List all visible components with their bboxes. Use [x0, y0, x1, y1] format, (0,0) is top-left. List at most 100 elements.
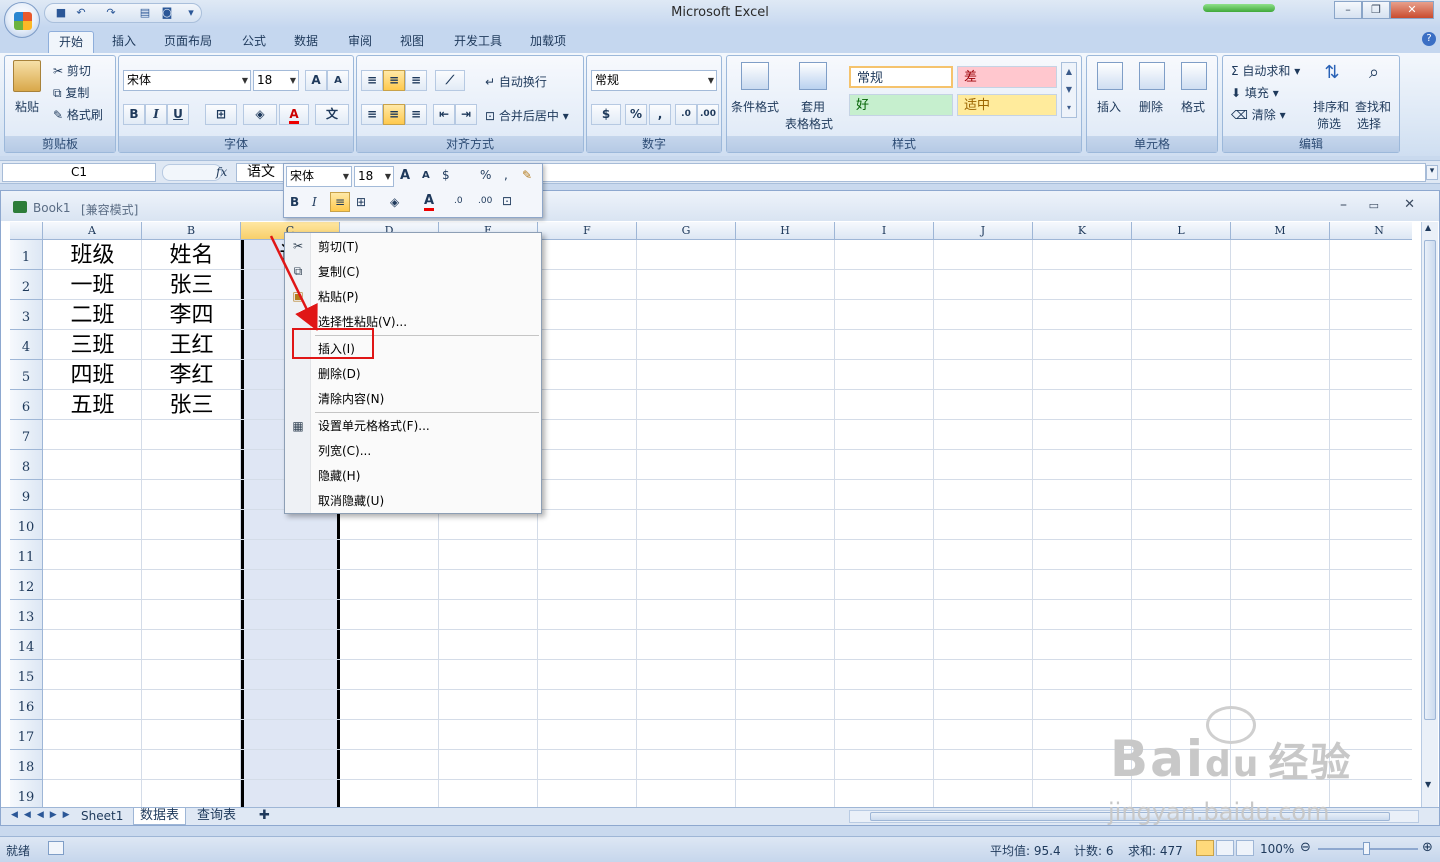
tab-data[interactable]: 数据 [284, 31, 328, 53]
column-header-h[interactable]: H [736, 222, 835, 240]
column-header-l[interactable]: L [1132, 222, 1231, 240]
row-header-7[interactable]: 7 [10, 420, 43, 450]
close-button[interactable]: ✕ [1390, 1, 1434, 19]
font-size-select[interactable]: 18 ▼ [253, 70, 299, 91]
spreadsheet-grid[interactable]: A B C D E F G H I J K L M N 1 2 3 4 5 6 7 8 9 10 11 12 13 14 15 16 17 1… [10, 222, 1412, 807]
column-header-i[interactable]: I [835, 222, 934, 240]
row-header-8[interactable]: 8 [10, 450, 43, 480]
cell-a1[interactable]: 班级 [43, 241, 142, 271]
tab-view[interactable]: 视图 [390, 31, 434, 53]
mini-font-select[interactable]: 宋体 ▼ [286, 166, 352, 187]
font-color-button[interactable]: A [279, 104, 309, 125]
borders-button[interactable]: ⊞ [205, 104, 237, 125]
decrease-decimal-button[interactable]: .00 [697, 104, 719, 125]
wb-restore-button[interactable]: ▭ [1369, 199, 1379, 212]
shrink-font-button[interactable]: A [327, 70, 349, 91]
expand-formula-icon[interactable]: ▾ [1426, 165, 1438, 180]
align-bottom-button[interactable]: ≡ [405, 70, 427, 91]
accounting-format-button[interactable]: $ [591, 104, 621, 125]
style-normal[interactable]: 常规 [849, 66, 953, 88]
menu-item-cut[interactable]: 剪切(T) [318, 236, 359, 258]
mini-inc-decimal-icon[interactable]: .0 [454, 196, 463, 206]
row-header-6[interactable]: 6 [10, 390, 43, 420]
mini-format-painter-icon[interactable]: ✎ [522, 168, 532, 182]
conditional-format-button[interactable]: 条件格式 [731, 98, 779, 115]
row-header-11[interactable]: 11 [10, 540, 43, 570]
bold-button[interactable]: B [123, 104, 145, 125]
row-header-4[interactable]: 4 [10, 330, 43, 360]
row-header-9[interactable]: 9 [10, 480, 43, 510]
menu-item-paste[interactable]: 粘贴(P) [318, 286, 359, 308]
sheet-nav-arrows[interactable]: ◀◀◀▶▶ [11, 810, 76, 820]
select-all-corner[interactable] [10, 222, 43, 240]
delete-cells-button[interactable]: 删除 [1139, 98, 1163, 115]
mini-font-color-icon[interactable]: A [424, 194, 435, 211]
menu-item-copy[interactable]: 复制(C) [318, 261, 360, 283]
decrease-indent-button[interactable]: ⇤ [433, 104, 455, 125]
page-layout-view-icon[interactable] [1216, 840, 1234, 856]
wb-minimize-button[interactable]: – [1340, 197, 1347, 213]
cell-a3[interactable]: 二班 [43, 301, 142, 331]
sheet-tab-data[interactable]: 数据表 [133, 808, 187, 825]
help-icon[interactable]: ? [1422, 32, 1436, 46]
insert-cells-button[interactable]: 插入 [1097, 98, 1121, 115]
style-bad[interactable]: 差 [957, 66, 1057, 88]
row-header-16[interactable]: 16 [10, 690, 43, 720]
increase-decimal-button[interactable]: .0 [675, 104, 697, 125]
cell-a6[interactable]: 五班 [43, 391, 142, 421]
font-name-select[interactable]: 宋体 ▼ [123, 70, 251, 91]
mini-percent-icon[interactable]: % [480, 168, 491, 182]
table-format-button-line2[interactable]: 表格格式 [785, 115, 833, 132]
mini-center-icon[interactable]: ≡ [330, 192, 350, 212]
row-header-1[interactable]: 1 [10, 240, 43, 270]
row-header-19[interactable]: 19 [10, 780, 43, 807]
sort-filter-button-line2[interactable]: 筛选 [1317, 115, 1341, 132]
merge-center-button[interactable]: ⊡ 合并后居中 ▾ [485, 107, 569, 124]
mini-bold-icon[interactable]: B [290, 195, 299, 209]
row-header-18[interactable]: 18 [10, 750, 43, 780]
mini-fill-icon[interactable]: ◈ [390, 195, 399, 209]
style-good[interactable]: 好 [849, 94, 953, 116]
row-header-15[interactable]: 15 [10, 660, 43, 690]
column-header-m[interactable]: M [1231, 222, 1330, 240]
mini-comma-icon[interactable]: , [504, 168, 508, 182]
autosum-button[interactable]: Σ 自动求和 ▾ [1231, 62, 1300, 79]
copy-button[interactable]: ⧉ 复制 [53, 84, 89, 101]
mini-dec-decimal-icon[interactable]: .00 [478, 196, 492, 206]
fill-color-button[interactable]: ◈ [243, 104, 277, 125]
office-button[interactable] [4, 2, 40, 38]
tab-developer[interactable]: 开发工具 [444, 31, 512, 53]
cell-a2[interactable]: 一班 [43, 271, 142, 301]
mini-currency-icon[interactable]: $ [442, 168, 450, 182]
menu-item-format-cells[interactable]: 设置单元格格式(F)... [318, 415, 430, 437]
format-cells-button[interactable]: 格式 [1181, 98, 1205, 115]
column-header-f[interactable]: F [538, 222, 637, 240]
mini-italic-icon[interactable]: I [312, 195, 317, 209]
tab-home[interactable]: 开始 [48, 31, 95, 53]
grow-font-button[interactable]: A [305, 70, 327, 91]
menu-item-unhide[interactable]: 取消隐藏(U) [318, 490, 384, 512]
underline-button[interactable]: U [167, 104, 189, 125]
style-neutral[interactable]: 适中 [957, 94, 1057, 116]
percent-button[interactable]: % [625, 104, 647, 125]
sheet-tab-sheet1[interactable]: Sheet1 [75, 808, 129, 825]
scroll-thumb[interactable] [1424, 240, 1436, 720]
mini-merge-icon[interactable]: ⊡ [502, 194, 512, 208]
page-break-view-icon[interactable] [1236, 840, 1254, 856]
sort-filter-button-line1[interactable]: 排序和 [1313, 98, 1349, 115]
column-header-k[interactable]: K [1033, 222, 1132, 240]
scroll-down-icon[interactable]: ▼ [1425, 780, 1431, 789]
table-format-button-line1[interactable]: 套用 [801, 98, 825, 115]
row-header-10[interactable]: 10 [10, 510, 43, 540]
new-sheet-icon[interactable]: ✚ [253, 808, 276, 825]
zoom-level[interactable]: 100% [1260, 842, 1294, 856]
find-select-button-line1[interactable]: 查找和 [1355, 98, 1391, 115]
cell-b4[interactable]: 王红 [142, 331, 241, 361]
zoom-slider-thumb[interactable] [1363, 842, 1370, 855]
row-header-3[interactable]: 3 [10, 300, 43, 330]
vertical-scrollbar[interactable]: ▲ ▼ [1421, 222, 1438, 807]
column-header-n[interactable]: N [1330, 222, 1412, 240]
align-center-button[interactable]: ≡ [383, 104, 405, 125]
comma-button[interactable]: , [649, 104, 671, 125]
zoom-out-icon[interactable]: ⊖ [1300, 840, 1311, 855]
